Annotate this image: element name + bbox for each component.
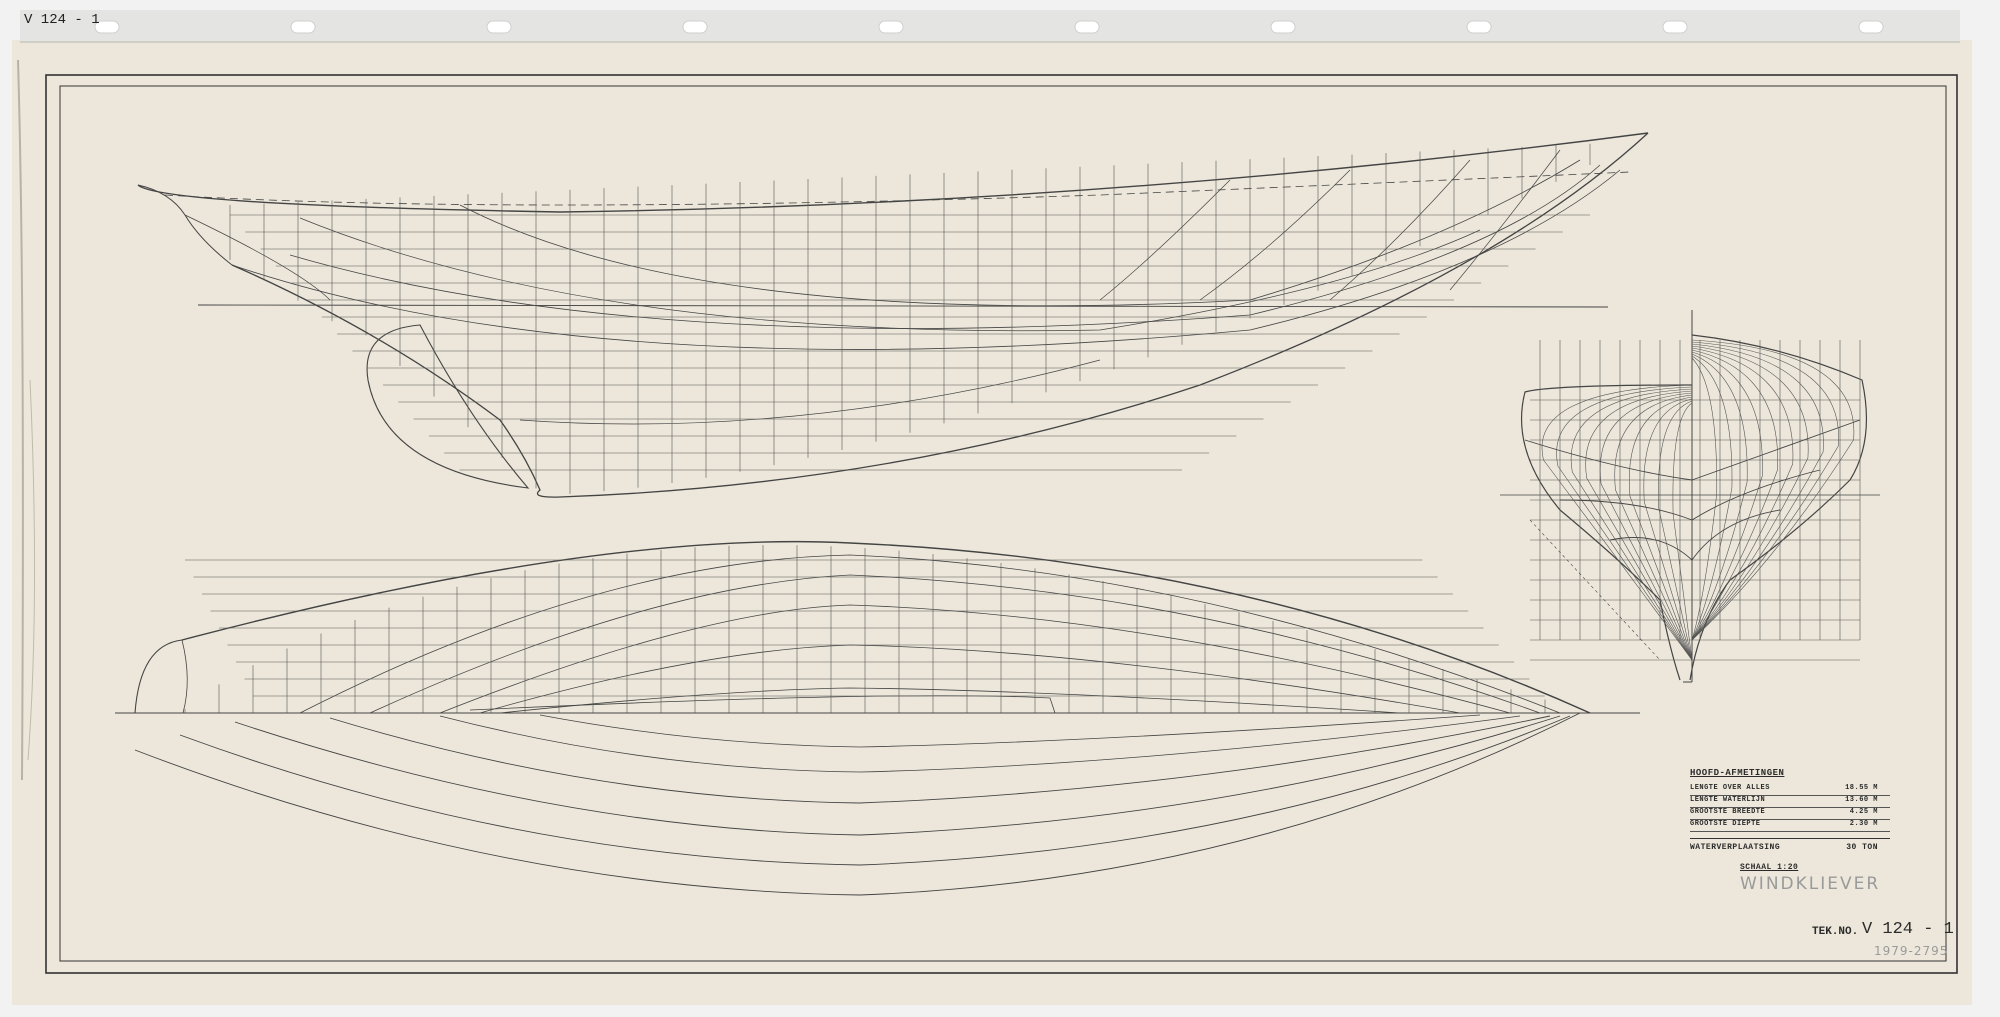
table-title: HOOFD-AFMETINGEN (1690, 768, 1785, 778)
dimension-label: LENGTE WATERLIJN (1690, 796, 1766, 804)
binder-hole (1270, 20, 1296, 34)
drawing-number: V 124 - 1 (1862, 920, 1954, 939)
dimensions-table: HOOFD-AFMETINGEN LENGTE OVER ALLES 18.55 … (1690, 768, 1890, 872)
displacement-value: 30 TON (1846, 843, 1878, 852)
binder-hole (486, 20, 512, 34)
pencil-vessel-name: WINDKLIEVER (1740, 874, 1881, 894)
dimension-row: GROOTSTE DIEPTE 2.30 M (1690, 820, 1890, 832)
dimension-label: GROOTSTE DIEPTE (1690, 820, 1761, 828)
displacement-row: WATERVERPLAATSING 30 TON (1690, 838, 1890, 853)
dimension-value: 4.25 M (1849, 808, 1878, 816)
drawing-number-label: TEK.NO. (1812, 926, 1859, 938)
dimension-label: LENGTE OVER ALLES (1690, 784, 1770, 792)
table-rows: LENGTE OVER ALLES 18.55 M LENGTE WATERLIJN… (1690, 784, 1890, 832)
binder-hole (878, 20, 904, 34)
dimension-value: 18.55 M (1845, 784, 1878, 792)
dimension-value: 2.30 M (1849, 820, 1878, 828)
binder-hole (1858, 20, 1884, 34)
paper (12, 40, 1972, 1005)
scale-label: SCHAAL 1:20 (1740, 863, 1799, 872)
binder-hole (1074, 20, 1100, 34)
archive-number: 1979-2795 (1874, 944, 1949, 958)
binder-hole (1466, 20, 1492, 34)
displacement-label: WATERVERPLAATSING (1690, 843, 1781, 852)
binder-hole (1662, 20, 1688, 34)
dimension-row: GROOTSTE BREEDTE 4.25 M (1690, 808, 1890, 820)
sheet-reference-top: V 124 - 1 (24, 12, 100, 28)
dimension-label: GROOTSTE BREEDTE (1690, 808, 1766, 816)
dimension-value: 13.60 M (1845, 796, 1878, 804)
dimension-row: LENGTE WATERLIJN 13.60 M (1690, 796, 1890, 808)
dimension-row: LENGTE OVER ALLES 18.55 M (1690, 784, 1890, 796)
binder-hole (290, 20, 316, 34)
binder-hole (682, 20, 708, 34)
